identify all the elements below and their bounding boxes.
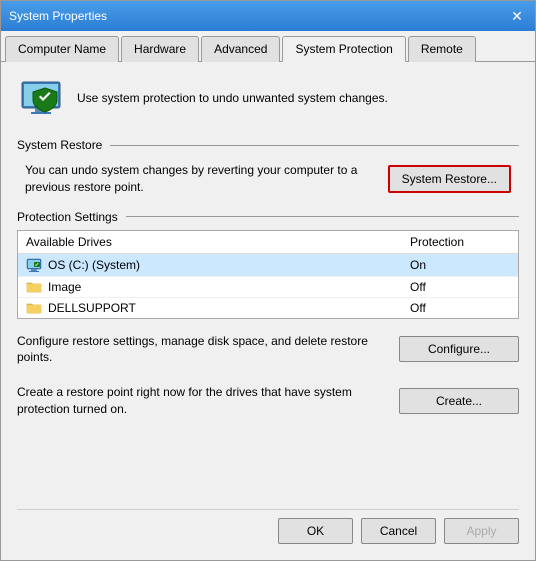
create-section: Create a restore point right now for the… [17, 380, 519, 422]
drive-name-os: OS (C:) (System) [26, 257, 410, 273]
system-restore-label: System Restore [17, 138, 519, 152]
drive-protection-dellsupport: Off [410, 301, 510, 315]
tab-advanced[interactable]: Advanced [201, 36, 280, 62]
column-drives: Available Drives [26, 235, 410, 249]
window-title: System Properties [9, 9, 107, 23]
system-restore-description: You can undo system changes by reverting… [25, 162, 378, 196]
configure-description: Configure restore settings, manage disk … [17, 333, 389, 367]
drive-name-image: Image [26, 280, 410, 294]
system-restore-button[interactable]: System Restore... [388, 165, 511, 193]
drive-name-dellsupport: DELLSUPPORT [26, 301, 410, 315]
table-row[interactable]: DELLSUPPORT Off [18, 298, 518, 318]
header-section: Use system protection to undo unwanted s… [17, 74, 519, 128]
footer-buttons: OK Cancel Apply [17, 509, 519, 548]
tab-system-protection[interactable]: System Protection [282, 36, 405, 62]
folder-icon [26, 280, 42, 294]
apply-button[interactable]: Apply [444, 518, 519, 544]
drive-protection-os: On [410, 258, 510, 272]
system-protection-icon [17, 74, 65, 122]
table-row[interactable]: Image Off [18, 277, 518, 298]
system-restore-body: You can undo system changes by reverting… [17, 158, 519, 200]
title-bar: System Properties ✕ [1, 1, 535, 31]
tab-bar: Computer Name Hardware Advanced System P… [1, 31, 535, 62]
main-content: Use system protection to undo unwanted s… [1, 62, 535, 560]
drives-table: Available Drives Protection [17, 230, 519, 319]
ok-button[interactable]: OK [278, 518, 353, 544]
folder-icon-2 [26, 301, 42, 315]
configure-button[interactable]: Configure... [399, 336, 519, 362]
system-restore-section: System Restore You can undo system chang… [17, 138, 519, 200]
drive-protection-image: Off [410, 280, 510, 294]
create-button[interactable]: Create... [399, 388, 519, 414]
table-header: Available Drives Protection [18, 231, 518, 254]
os-drive-icon [26, 257, 42, 273]
create-description: Create a restore point right now for the… [17, 384, 389, 418]
column-protection: Protection [410, 235, 510, 249]
configure-section: Configure restore settings, manage disk … [17, 329, 519, 371]
cancel-button[interactable]: Cancel [361, 518, 436, 544]
protection-settings-label: Protection Settings [17, 210, 519, 224]
tab-hardware[interactable]: Hardware [121, 36, 199, 62]
protection-settings-section: Protection Settings Available Drives Pro… [17, 210, 519, 319]
header-description: Use system protection to undo unwanted s… [77, 91, 388, 105]
tab-computer-name[interactable]: Computer Name [5, 36, 119, 62]
system-properties-window: System Properties ✕ Computer Name Hardwa… [0, 0, 536, 561]
table-row[interactable]: OS (C:) (System) On [18, 254, 518, 277]
close-button[interactable]: ✕ [507, 6, 527, 26]
tab-remote[interactable]: Remote [408, 36, 476, 62]
